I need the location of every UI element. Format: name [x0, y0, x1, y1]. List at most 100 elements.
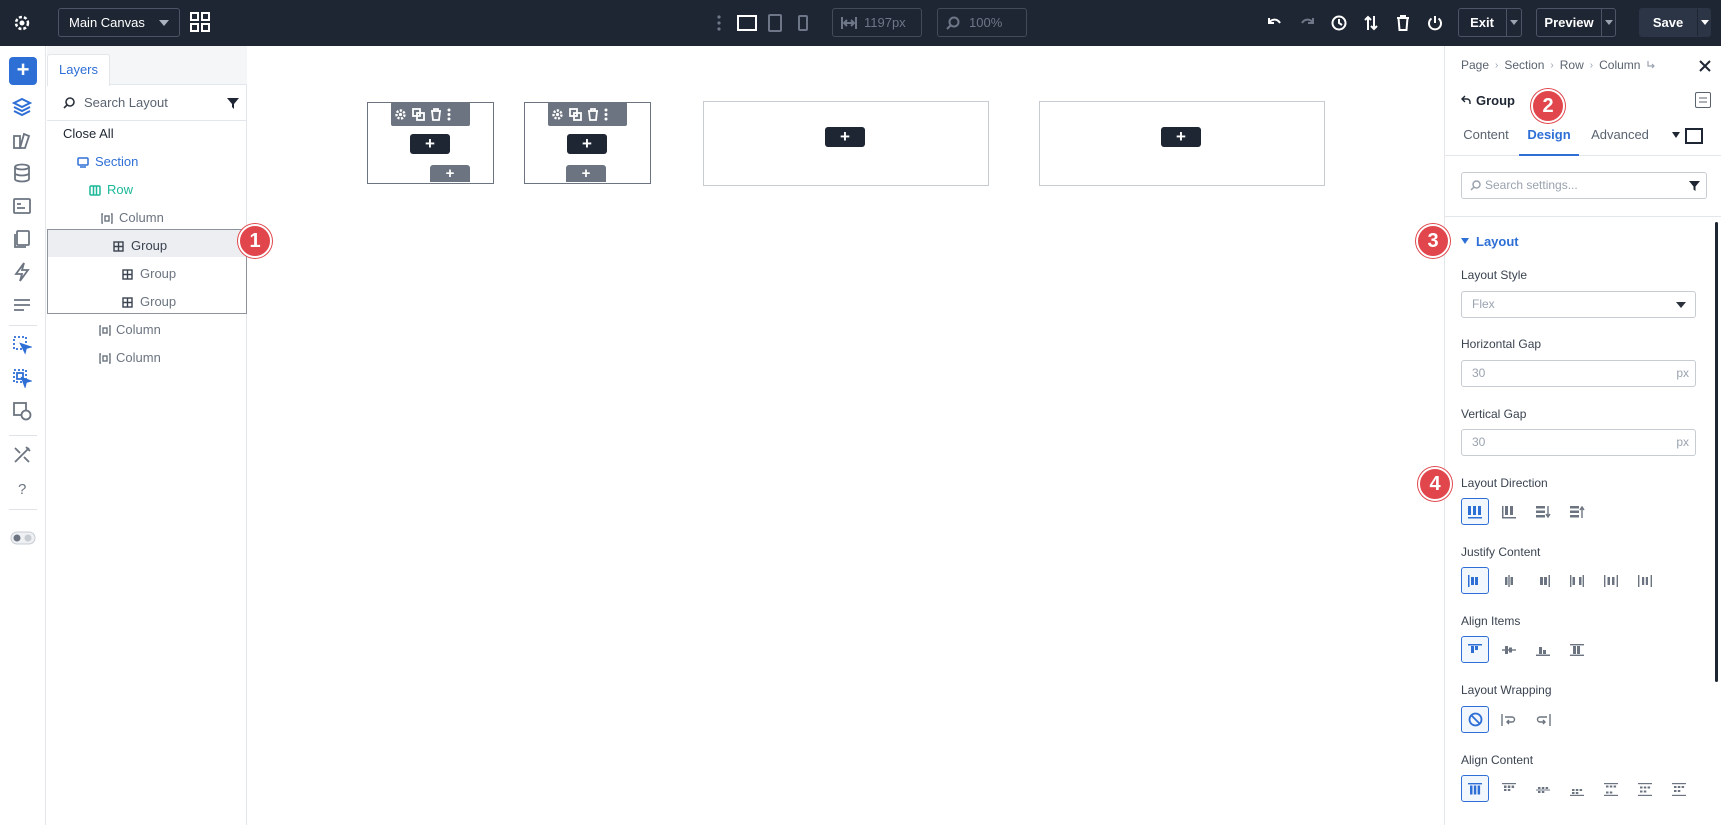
- exit-dropdown-icon[interactable]: [1510, 20, 1518, 25]
- vertical-gap-input[interactable]: 30 px: [1461, 429, 1696, 456]
- filter-icon[interactable]: [1689, 181, 1700, 191]
- tablet-view-icon[interactable]: [764, 12, 786, 34]
- gear-icon[interactable]: [551, 108, 564, 121]
- tab-advanced[interactable]: Advanced: [1587, 120, 1653, 156]
- history-icon[interactable]: [1328, 12, 1350, 34]
- canvas-width-field[interactable]: 1197px: [832, 8, 922, 37]
- design-library-icon[interactable]: [12, 130, 34, 152]
- more-vertical-icon[interactable]: [708, 12, 730, 34]
- trash-icon[interactable]: [1392, 12, 1414, 34]
- phone-view-icon[interactable]: [792, 12, 814, 34]
- align-end-icon[interactable]: [1529, 636, 1557, 663]
- save-dropdown-icon[interactable]: [1701, 20, 1709, 25]
- align-stretch-icon[interactable]: [1563, 636, 1591, 663]
- direction-row-reverse-icon[interactable]: [1529, 498, 1557, 525]
- align-center-icon[interactable]: [1495, 636, 1523, 663]
- add-row-button[interactable]: +: [566, 165, 606, 182]
- help-icon[interactable]: ?: [12, 478, 34, 500]
- tabs-dropdown-icon[interactable]: [1672, 132, 1680, 138]
- add-module-button[interactable]: +: [825, 127, 865, 147]
- breadcrumb-row[interactable]: Row: [1560, 58, 1584, 72]
- preset-icon[interactable]: [12, 401, 34, 423]
- power-icon[interactable]: [1424, 12, 1446, 34]
- tab-layers[interactable]: Layers: [47, 54, 110, 86]
- exit-button[interactable]: Exit: [1458, 8, 1522, 37]
- tab-content[interactable]: Content: [1461, 120, 1511, 156]
- add-module-button[interactable]: +: [567, 134, 607, 154]
- sliders-icon[interactable]: [12, 295, 34, 317]
- align-content-stretch-icon[interactable]: [1461, 775, 1489, 802]
- expand-panel-icon[interactable]: [1685, 128, 1703, 144]
- justify-space-around-icon[interactable]: [1597, 567, 1625, 594]
- align-content-end-icon[interactable]: [1563, 775, 1591, 802]
- layer-item-column[interactable]: Column: [47, 316, 247, 344]
- pages-icon[interactable]: [12, 229, 34, 251]
- duplicate-icon[interactable]: [412, 107, 425, 121]
- justify-center-icon[interactable]: [1495, 567, 1523, 594]
- more-vertical-icon[interactable]: [447, 108, 451, 121]
- align-content-space-between-icon[interactable]: [1597, 775, 1625, 802]
- layer-item-column[interactable]: Column: [47, 204, 247, 232]
- form-icon[interactable]: [12, 196, 34, 218]
- preview-dropdown-icon[interactable]: [1605, 20, 1613, 25]
- justify-space-evenly-icon[interactable]: [1631, 567, 1659, 594]
- back-arrow-icon[interactable]: [1461, 95, 1471, 105]
- layer-item-column[interactable]: Column: [47, 344, 247, 372]
- toggle-switch-icon[interactable]: [10, 531, 36, 553]
- close-icon[interactable]: [1699, 60, 1711, 72]
- breadcrumb-page[interactable]: Page: [1461, 58, 1489, 72]
- align-start-icon[interactable]: [1461, 636, 1489, 663]
- direction-column-icon[interactable]: [1495, 498, 1523, 525]
- database-icon[interactable]: [12, 163, 34, 185]
- filter-icon[interactable]: [227, 98, 239, 109]
- justify-start-icon[interactable]: [1461, 567, 1489, 594]
- layer-item-group-selected[interactable]: Group: [47, 232, 247, 260]
- layout-toggle-icon[interactable]: [1695, 92, 1711, 108]
- duplicate-icon[interactable]: [569, 107, 582, 121]
- redo-icon[interactable]: [1296, 12, 1318, 34]
- select-element-icon[interactable]: [12, 335, 34, 357]
- direction-column-reverse-icon[interactable]: [1563, 498, 1591, 525]
- panel-scrollbar[interactable]: [1715, 222, 1718, 682]
- justify-end-icon[interactable]: [1529, 567, 1557, 594]
- breadcrumb-section[interactable]: Section: [1504, 58, 1544, 72]
- wrap-reverse-icon[interactable]: [1529, 706, 1557, 733]
- save-button[interactable]: Save: [1639, 8, 1711, 37]
- horizontal-gap-input[interactable]: 30 px: [1461, 360, 1696, 387]
- tab-design[interactable]: Design: [1519, 120, 1579, 156]
- lightning-icon[interactable]: [12, 262, 34, 284]
- desktop-view-icon[interactable]: [736, 12, 758, 34]
- layers-search-input[interactable]: Search Layout: [47, 86, 247, 121]
- direction-row-icon[interactable]: [1461, 498, 1489, 525]
- layer-item-row[interactable]: Row: [47, 176, 247, 204]
- canvas-select[interactable]: Main Canvas: [58, 8, 180, 37]
- layer-item-section[interactable]: Section: [47, 148, 247, 176]
- close-all-button[interactable]: Close All: [47, 120, 247, 148]
- multi-select-icon[interactable]: [12, 368, 34, 390]
- nowrap-icon[interactable]: [1461, 706, 1489, 733]
- tools-icon[interactable]: [12, 445, 34, 467]
- breadcrumb-column[interactable]: Column: [1599, 58, 1640, 72]
- builder-canvas[interactable]: + + + + + +: [248, 46, 1443, 825]
- trash-icon[interactable]: [430, 107, 442, 121]
- add-module-button[interactable]: +: [1161, 127, 1201, 147]
- align-content-space-evenly-icon[interactable]: [1665, 775, 1693, 802]
- layout-grid-icon[interactable]: [190, 12, 211, 33]
- align-content-start-icon[interactable]: [1495, 775, 1523, 802]
- justify-space-between-icon[interactable]: [1563, 567, 1591, 594]
- layer-item-group[interactable]: Group: [47, 288, 247, 316]
- settings-search-input[interactable]: Search settings...: [1461, 172, 1707, 199]
- layer-item-group[interactable]: Group: [47, 260, 247, 288]
- add-module-button[interactable]: +: [410, 134, 450, 154]
- trash-icon[interactable]: [587, 107, 599, 121]
- preview-button[interactable]: Preview: [1536, 8, 1616, 37]
- gear-icon[interactable]: [394, 108, 407, 121]
- zoom-field[interactable]: 100%: [937, 8, 1027, 37]
- undo-icon[interactable]: [1264, 12, 1286, 34]
- sort-arrows-icon[interactable]: [1360, 12, 1382, 34]
- align-content-space-around-icon[interactable]: [1631, 775, 1659, 802]
- wrap-icon[interactable]: [1495, 706, 1523, 733]
- more-vertical-icon[interactable]: [604, 108, 608, 121]
- layers-icon[interactable]: [12, 97, 34, 119]
- add-element-button[interactable]: +: [9, 57, 37, 85]
